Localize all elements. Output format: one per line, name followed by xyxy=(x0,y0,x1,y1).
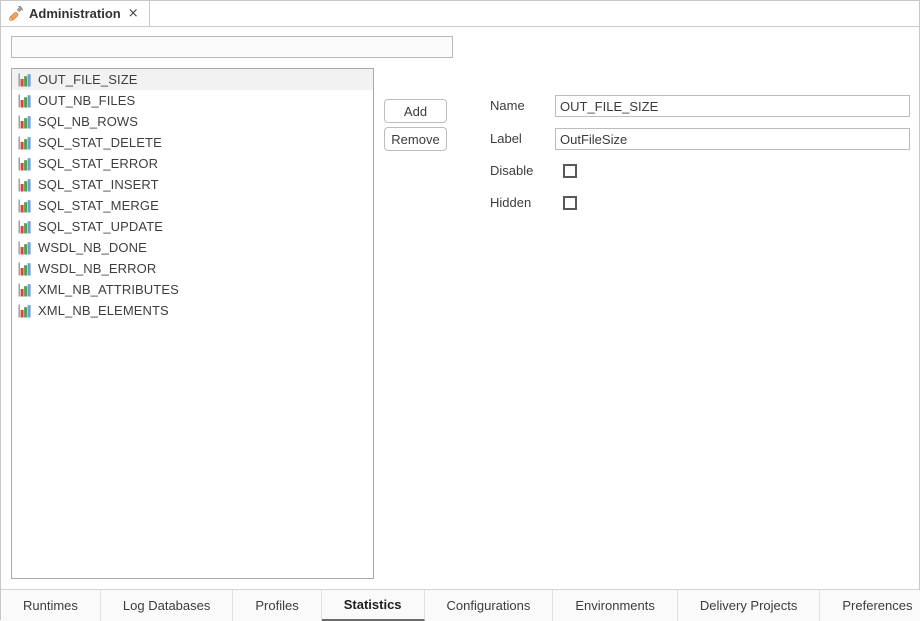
list-item-label: OUT_FILE_SIZE xyxy=(38,72,138,87)
bottom-tabbar: RuntimesLog DatabasesProfilesStatisticsC… xyxy=(1,589,919,621)
label-input[interactable] xyxy=(555,128,910,150)
list-item[interactable]: SQL_STAT_UPDATE xyxy=(12,216,373,237)
bar-chart-icon xyxy=(18,94,32,108)
bottom-tab-preferences[interactable]: Preferences xyxy=(820,590,920,621)
bottom-tab-profiles[interactable]: Profiles xyxy=(233,590,321,621)
administration-window: Administration × OUT_FILE_SIZE OUT_NB_FIL… xyxy=(0,0,920,620)
hidden-label: Hidden xyxy=(490,195,531,210)
bottom-tab-configurations[interactable]: Configurations xyxy=(425,590,554,621)
list-item[interactable]: SQL_STAT_ERROR xyxy=(12,153,373,174)
list-item-label: SQL_NB_ROWS xyxy=(38,114,138,129)
bar-chart-icon xyxy=(18,115,32,129)
remove-button[interactable]: Remove xyxy=(384,127,447,151)
bar-chart-icon xyxy=(18,178,32,192)
list-item-label: SQL_STAT_INSERT xyxy=(38,177,159,192)
list-item-label: SQL_STAT_MERGE xyxy=(38,198,159,213)
list-item-label: SQL_STAT_ERROR xyxy=(38,156,158,171)
bar-chart-icon xyxy=(18,241,32,255)
label-label: Label xyxy=(490,131,522,146)
wrench-icon xyxy=(8,6,24,22)
list-item-label: WSDL_NB_ERROR xyxy=(38,261,156,276)
list-item[interactable]: SQL_STAT_MERGE xyxy=(12,195,373,216)
bar-chart-icon xyxy=(18,262,32,276)
list-item-label: SQL_STAT_DELETE xyxy=(38,135,162,150)
tabstrip-filler xyxy=(150,1,919,26)
list-item[interactable]: OUT_FILE_SIZE xyxy=(12,69,373,90)
list-item[interactable]: XML_NB_ELEMENTS xyxy=(12,300,373,321)
list-item[interactable]: WSDL_NB_ERROR xyxy=(12,258,373,279)
list-item-label: WSDL_NB_DONE xyxy=(38,240,147,255)
list-item[interactable]: SQL_STAT_DELETE xyxy=(12,132,373,153)
bar-chart-icon xyxy=(18,199,32,213)
bar-chart-icon xyxy=(18,73,32,87)
bottom-tab-statistics[interactable]: Statistics xyxy=(322,590,425,621)
list-item[interactable]: WSDL_NB_DONE xyxy=(12,237,373,258)
list-item[interactable]: SQL_STAT_INSERT xyxy=(12,174,373,195)
bar-chart-icon xyxy=(18,220,32,234)
close-icon[interactable]: × xyxy=(126,7,141,20)
disable-label: Disable xyxy=(490,163,533,178)
bottom-tab-log-databases[interactable]: Log Databases xyxy=(101,590,233,621)
bottom-tab-delivery-projects[interactable]: Delivery Projects xyxy=(678,590,821,621)
content-area: OUT_FILE_SIZE OUT_NB_FILES SQL_NB_ROWS SQL_… xyxy=(1,27,919,589)
list-item-label: XML_NB_ATTRIBUTES xyxy=(38,282,179,297)
disable-checkbox[interactable] xyxy=(563,164,577,178)
bottom-tab-environments[interactable]: Environments xyxy=(553,590,677,621)
list-item[interactable]: SQL_NB_ROWS xyxy=(12,111,373,132)
bar-chart-icon xyxy=(18,136,32,150)
window-tab-administration[interactable]: Administration × xyxy=(1,1,150,26)
bottom-tab-runtimes[interactable]: Runtimes xyxy=(1,590,101,621)
list-item[interactable]: OUT_NB_FILES xyxy=(12,90,373,111)
name-label: Name xyxy=(490,98,525,113)
add-button[interactable]: Add xyxy=(384,99,447,123)
list-item-label: SQL_STAT_UPDATE xyxy=(38,219,163,234)
name-input[interactable] xyxy=(555,95,910,117)
bar-chart-icon xyxy=(18,283,32,297)
hidden-checkbox[interactable] xyxy=(563,196,577,210)
window-tabstrip: Administration × xyxy=(1,1,919,27)
list-item-label: OUT_NB_FILES xyxy=(38,93,135,108)
list-item-label: XML_NB_ELEMENTS xyxy=(38,303,169,318)
list-item[interactable]: XML_NB_ATTRIBUTES xyxy=(12,279,373,300)
bar-chart-icon xyxy=(18,157,32,171)
statistics-list[interactable]: OUT_FILE_SIZE OUT_NB_FILES SQL_NB_ROWS SQL_… xyxy=(11,68,374,579)
bar-chart-icon xyxy=(18,304,32,318)
filter-input[interactable] xyxy=(11,36,453,58)
window-tab-title: Administration xyxy=(29,6,121,21)
